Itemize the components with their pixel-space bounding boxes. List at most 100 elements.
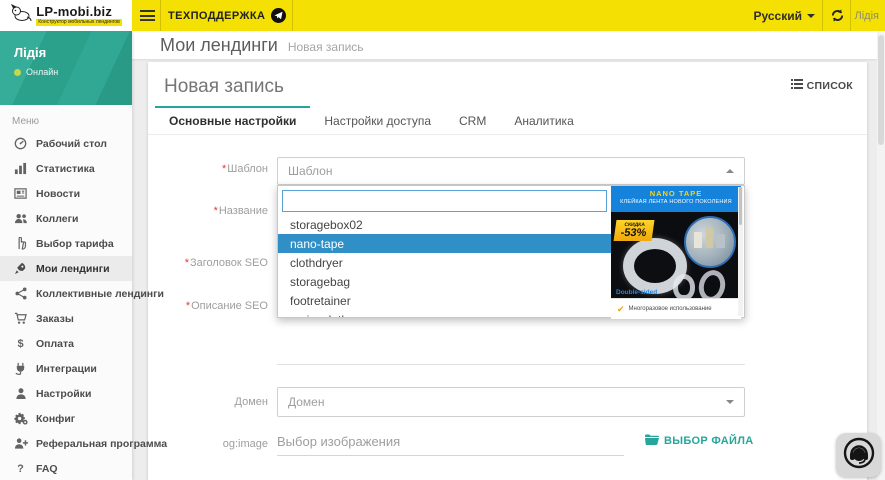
stats-icon — [13, 162, 28, 175]
dashboard-icon — [13, 137, 28, 150]
name-field-label: *Название — [156, 205, 268, 217]
language-label: Русский — [754, 9, 803, 23]
seo-description-input-underline[interactable] — [277, 364, 745, 365]
tech-support-button[interactable]: ТЕХПОДДЕРЖКА — [168, 0, 286, 31]
domain-field-label: Домен — [156, 396, 268, 408]
sidebar-item-payment[interactable]: $ Оплата — [0, 331, 132, 356]
check-icon: ✔ — [617, 304, 625, 315]
colleagues-icon — [13, 212, 28, 225]
topbar-divider — [850, 0, 851, 31]
topbar-divider — [292, 0, 293, 31]
sidebar-item-referral[interactable]: Реферальная программа — [0, 431, 132, 456]
profile-card: Лідія Онлайн — [0, 31, 132, 105]
user-plus-icon — [13, 437, 28, 450]
sidebar-item-collective-landings[interactable]: Коллективные лендинги — [0, 281, 132, 306]
folder-icon — [645, 434, 659, 448]
cart-icon — [13, 312, 28, 325]
discount-badge: СКИДКА -53% — [614, 220, 655, 241]
sidebar-toggle-hamburger-icon[interactable] — [140, 10, 155, 21]
seo-title-field-label: *Заголовок SEO — [156, 257, 268, 269]
headset-icon — [842, 436, 876, 475]
page-title: Мои лендинги — [160, 35, 278, 56]
sidebar-item-config[interactable]: Конфиг — [0, 406, 132, 431]
card-title: Новая запись — [164, 76, 284, 98]
chevron-down-icon — [807, 14, 815, 18]
template-dropdown: storagebox02 nano-tape clothdryer storag… — [277, 185, 745, 318]
sidebar-item-dashboard[interactable]: Рабочий стол — [0, 131, 132, 156]
preview-photo-inset — [684, 216, 736, 268]
tab-analytics[interactable]: Аналитика — [500, 106, 587, 134]
sidebar-item-statistics[interactable]: Статистика — [0, 156, 132, 181]
template-option-highlighted[interactable]: nano-tape — [278, 234, 611, 253]
dog-logo-icon — [10, 4, 32, 27]
landings-rocket-icon — [13, 262, 28, 275]
dollar-icon: $ — [13, 337, 28, 350]
tech-support-label: ТЕХПОДДЕРЖКА — [168, 10, 265, 22]
question-icon: ? — [13, 462, 28, 475]
share-icon — [13, 287, 28, 300]
template-search-input[interactable] — [282, 190, 607, 212]
og-image-field-label: og:image — [156, 438, 268, 450]
choose-file-label: ВЫБОР ФАЙЛА — [664, 435, 754, 447]
domain-select[interactable]: Домен — [277, 387, 745, 417]
sidebar-item-integrations[interactable]: Интеграции — [0, 356, 132, 381]
sidebar-item-settings[interactable]: Настройки — [0, 381, 132, 406]
choose-file-button[interactable]: ВЫБОР ФАЙЛА — [645, 434, 754, 448]
logo-title: LP-mobi.biz — [36, 5, 122, 18]
sidebar-item-faq[interactable]: ? FAQ — [0, 456, 132, 480]
refresh-icon[interactable] — [830, 8, 845, 23]
sidebar-item-orders[interactable]: Заказы — [0, 306, 132, 331]
logo[interactable]: LP-mobi.biz Конструктор мобильных лендин… — [0, 0, 132, 31]
template-option[interactable]: springclothes — [278, 310, 611, 317]
preview-caption: Double-sided — [616, 289, 657, 296]
template-option[interactable]: clothdryer — [278, 253, 611, 272]
new-record-card: Новая запись СПИСОК Основные настройки Н… — [148, 62, 867, 480]
list-button[interactable]: СПИСОК — [791, 79, 853, 92]
plug-icon — [13, 362, 28, 375]
tab-main-settings[interactable]: Основные настройки — [155, 106, 310, 134]
og-image-placeholder: Выбор изображения — [277, 434, 400, 449]
list-icon — [791, 79, 803, 92]
template-option[interactable]: footretainer — [278, 291, 611, 310]
support-chat-widget[interactable] — [836, 433, 881, 477]
language-selector[interactable]: Русский — [754, 0, 816, 31]
template-option[interactable]: storagebag — [278, 272, 611, 291]
list-button-label: СПИСОК — [807, 80, 853, 92]
topbar: LP-mobi.biz Конструктор мобильных лендин… — [0, 0, 885, 31]
main-area: Мои лендинги Новая запись Новая запись С… — [132, 31, 885, 480]
online-status-dot — [14, 69, 21, 76]
og-image-input[interactable]: Выбор изображения — [277, 430, 624, 456]
sidebar-item-my-landings[interactable]: Мои лендинги — [0, 256, 132, 281]
preview-title: NANO TAPE — [611, 189, 741, 199]
sidebar-item-colleagues[interactable]: Коллеги — [0, 206, 132, 231]
breadcrumb: Новая запись — [288, 36, 364, 54]
template-options-list: storagebox02 nano-tape clothdryer storag… — [278, 215, 611, 317]
telegram-icon — [271, 8, 286, 23]
logo-subtitle: Конструктор мобильных лендингов — [36, 19, 122, 26]
tab-crm[interactable]: CRM — [445, 106, 500, 134]
template-select[interactable]: Шаблон — [277, 157, 745, 185]
sidebar: Лідія Онлайн Меню Рабочий стол Статистик… — [0, 31, 132, 480]
template-option[interactable]: storagebox02 — [278, 215, 611, 234]
template-field-label: *Шаблон — [156, 163, 268, 175]
profile-name: Лідія — [14, 45, 132, 60]
tab-bar: Основные настройки Настройки доступа CRM… — [148, 106, 867, 135]
topbar-username[interactable]: Лідія — [855, 0, 879, 31]
seo-description-field-label: *Описание SEO — [156, 300, 268, 312]
preview-subtitle: КЛЕЙКАЯ ЛЕНТА НОВОГО ПОКОЛЕНИЯ — [611, 199, 741, 205]
sidebar-item-news[interactable]: Новости — [0, 181, 132, 206]
page-header: Мои лендинги Новая запись — [132, 31, 885, 59]
chevron-down-icon — [726, 400, 734, 404]
news-icon — [13, 187, 28, 200]
topbar-divider — [822, 0, 823, 31]
user-icon — [13, 387, 28, 400]
page-scrollbar[interactable] — [877, 31, 885, 480]
menu-section-label: Меню — [0, 105, 132, 131]
dropdown-scrollbar[interactable] — [738, 187, 743, 316]
sidebar-item-tariff[interactable]: Выбор тарифа — [0, 231, 132, 256]
template-preview-image: NANO TAPE КЛЕЙКАЯ ЛЕНТА НОВОГО ПОКОЛЕНИЯ — [611, 186, 741, 319]
chevron-up-icon — [726, 169, 734, 173]
preview-feature: Многоразовое использование — [629, 306, 712, 312]
tab-access-settings[interactable]: Настройки доступа — [310, 106, 445, 134]
tariff-hand-icon — [13, 237, 28, 250]
